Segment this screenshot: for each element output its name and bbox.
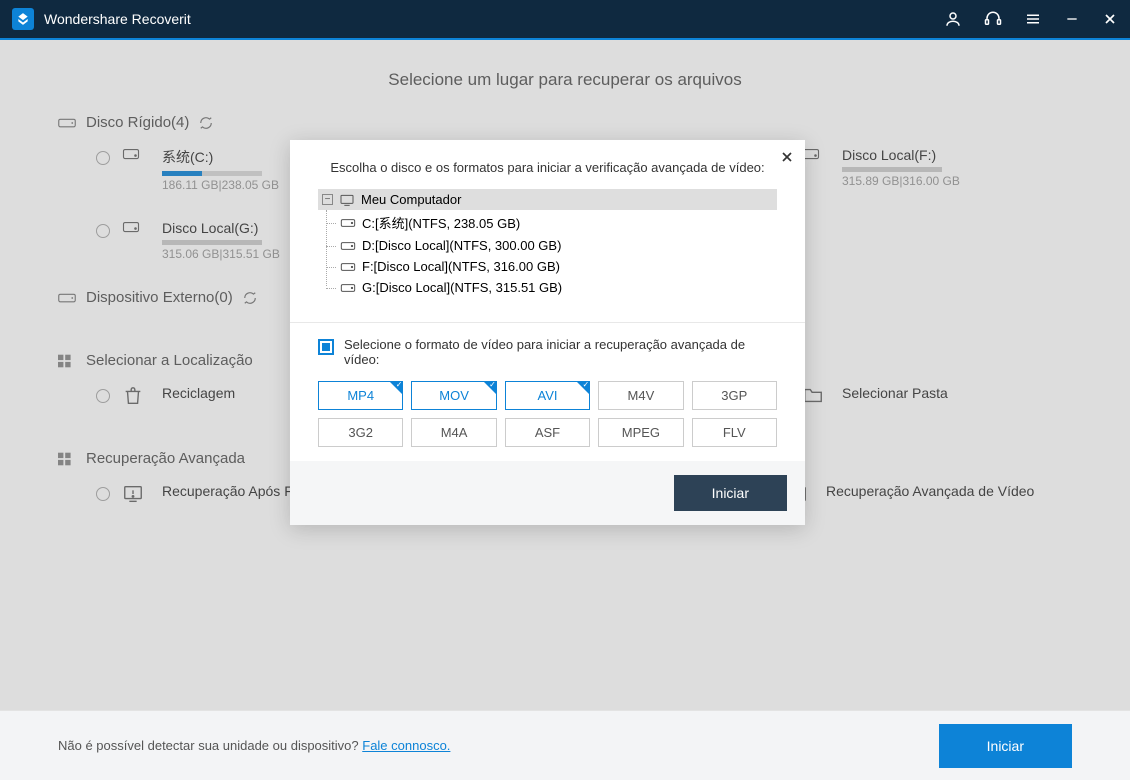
format-m4a[interactable]: M4A xyxy=(411,418,496,447)
format-mp4[interactable]: MP4 xyxy=(318,381,403,410)
format-flv[interactable]: FLV xyxy=(692,418,777,447)
hdd-heading: Disco Rígido(4) xyxy=(86,114,189,131)
recycle-label: Reciclagem xyxy=(162,385,235,401)
tree-drive-item[interactable]: C:[系统](NTFS, 238.05 GB) xyxy=(340,210,777,235)
location-heading: Selecionar a Localização xyxy=(86,352,253,369)
format-asf[interactable]: ASF xyxy=(505,418,590,447)
app-title: Wondershare Recoverit xyxy=(44,11,944,27)
drive-g-size: 315.06 GB|315.51 GB xyxy=(162,247,280,261)
format-3g2[interactable]: 3G2 xyxy=(318,418,403,447)
drive-c-size: 186.11 GB|238.05 GB xyxy=(162,178,279,192)
drive-g-radio[interactable] xyxy=(96,224,110,238)
modal-close-button[interactable] xyxy=(779,148,795,171)
page-subtitle: Selecione um lugar para recuperar os arq… xyxy=(58,70,1072,90)
hdd-section-header: Disco Rígido(4) xyxy=(58,114,1072,131)
adv-video-recovery-item[interactable]: Recuperação Avançada de Vídeo xyxy=(760,483,1072,510)
close-button[interactable] xyxy=(1102,11,1118,27)
drive-g-label: Disco Local(G:) xyxy=(162,220,280,236)
tree-drive-item[interactable]: F:[Disco Local](NTFS, 316.00 GB) xyxy=(340,256,777,277)
collapse-icon[interactable]: − xyxy=(322,194,333,205)
format-select-checkbox[interactable] xyxy=(318,339,334,355)
support-icon[interactable] xyxy=(984,10,1002,28)
refresh-icon[interactable] xyxy=(199,116,213,130)
tree-root-label: Meu Computador xyxy=(361,192,461,207)
drive-c-label: 系统(C:) xyxy=(162,147,279,167)
format-label: Selecione o formato de vídeo para inicia… xyxy=(344,337,777,367)
minimize-button[interactable] xyxy=(1064,11,1080,27)
drive-f-label: Disco Local(F:) xyxy=(842,147,960,163)
advanced-video-modal: Escolha o disco e os formatos para inici… xyxy=(290,140,805,525)
advanced-heading: Recuperação Avançada xyxy=(86,450,245,467)
bottom-bar: Não é possível detectar sua unidade ou d… xyxy=(0,710,1130,780)
format-section: Selecione o formato de vídeo para inicia… xyxy=(290,322,805,461)
format-m4v[interactable]: M4V xyxy=(598,381,683,410)
disk-tree: − Meu Computador C:[系统](NTFS, 238.05 GB)… xyxy=(290,189,805,308)
tree-drive-item[interactable]: D:[Disco Local](NTFS, 300.00 GB) xyxy=(340,235,777,256)
recycle-radio[interactable] xyxy=(96,389,110,403)
help-message: Não é possível detectar sua unidade ou d… xyxy=(58,738,450,753)
tree-drive-item[interactable]: G:[Disco Local](NTFS, 315.51 GB) xyxy=(340,277,777,298)
external-heading: Dispositivo Externo(0) xyxy=(86,289,233,306)
titlebar: Wondershare Recoverit xyxy=(0,0,1130,40)
os-crash-radio[interactable] xyxy=(96,487,110,501)
format-mpeg[interactable]: MPEG xyxy=(598,418,683,447)
select-folder-item[interactable]: Selecionar Pasta xyxy=(776,385,1056,412)
drive-f-size: 315.89 GB|316.00 GB xyxy=(842,174,960,188)
contact-link[interactable]: Fale connosco. xyxy=(362,738,450,753)
app-logo xyxy=(12,8,34,30)
start-button[interactable]: Iniciar xyxy=(939,724,1072,768)
adv-video-label: Recuperação Avançada de Vídeo xyxy=(826,483,1034,499)
format-avi[interactable]: AVI xyxy=(505,381,590,410)
account-icon[interactable] xyxy=(944,10,962,28)
drive-c-radio[interactable] xyxy=(96,151,110,165)
format-3gp[interactable]: 3GP xyxy=(692,381,777,410)
folder-label: Selecionar Pasta xyxy=(842,385,948,401)
tree-root[interactable]: − Meu Computador xyxy=(318,189,777,210)
menu-icon[interactable] xyxy=(1024,10,1042,28)
drive-f[interactable]: Disco Local(F:) 315.89 GB|316.00 GB xyxy=(776,147,1056,192)
modal-start-button[interactable]: Iniciar xyxy=(674,475,787,511)
refresh-icon[interactable] xyxy=(243,291,257,305)
modal-title: Escolha o disco e os formatos para inici… xyxy=(290,140,805,189)
format-mov[interactable]: MOV xyxy=(411,381,496,410)
